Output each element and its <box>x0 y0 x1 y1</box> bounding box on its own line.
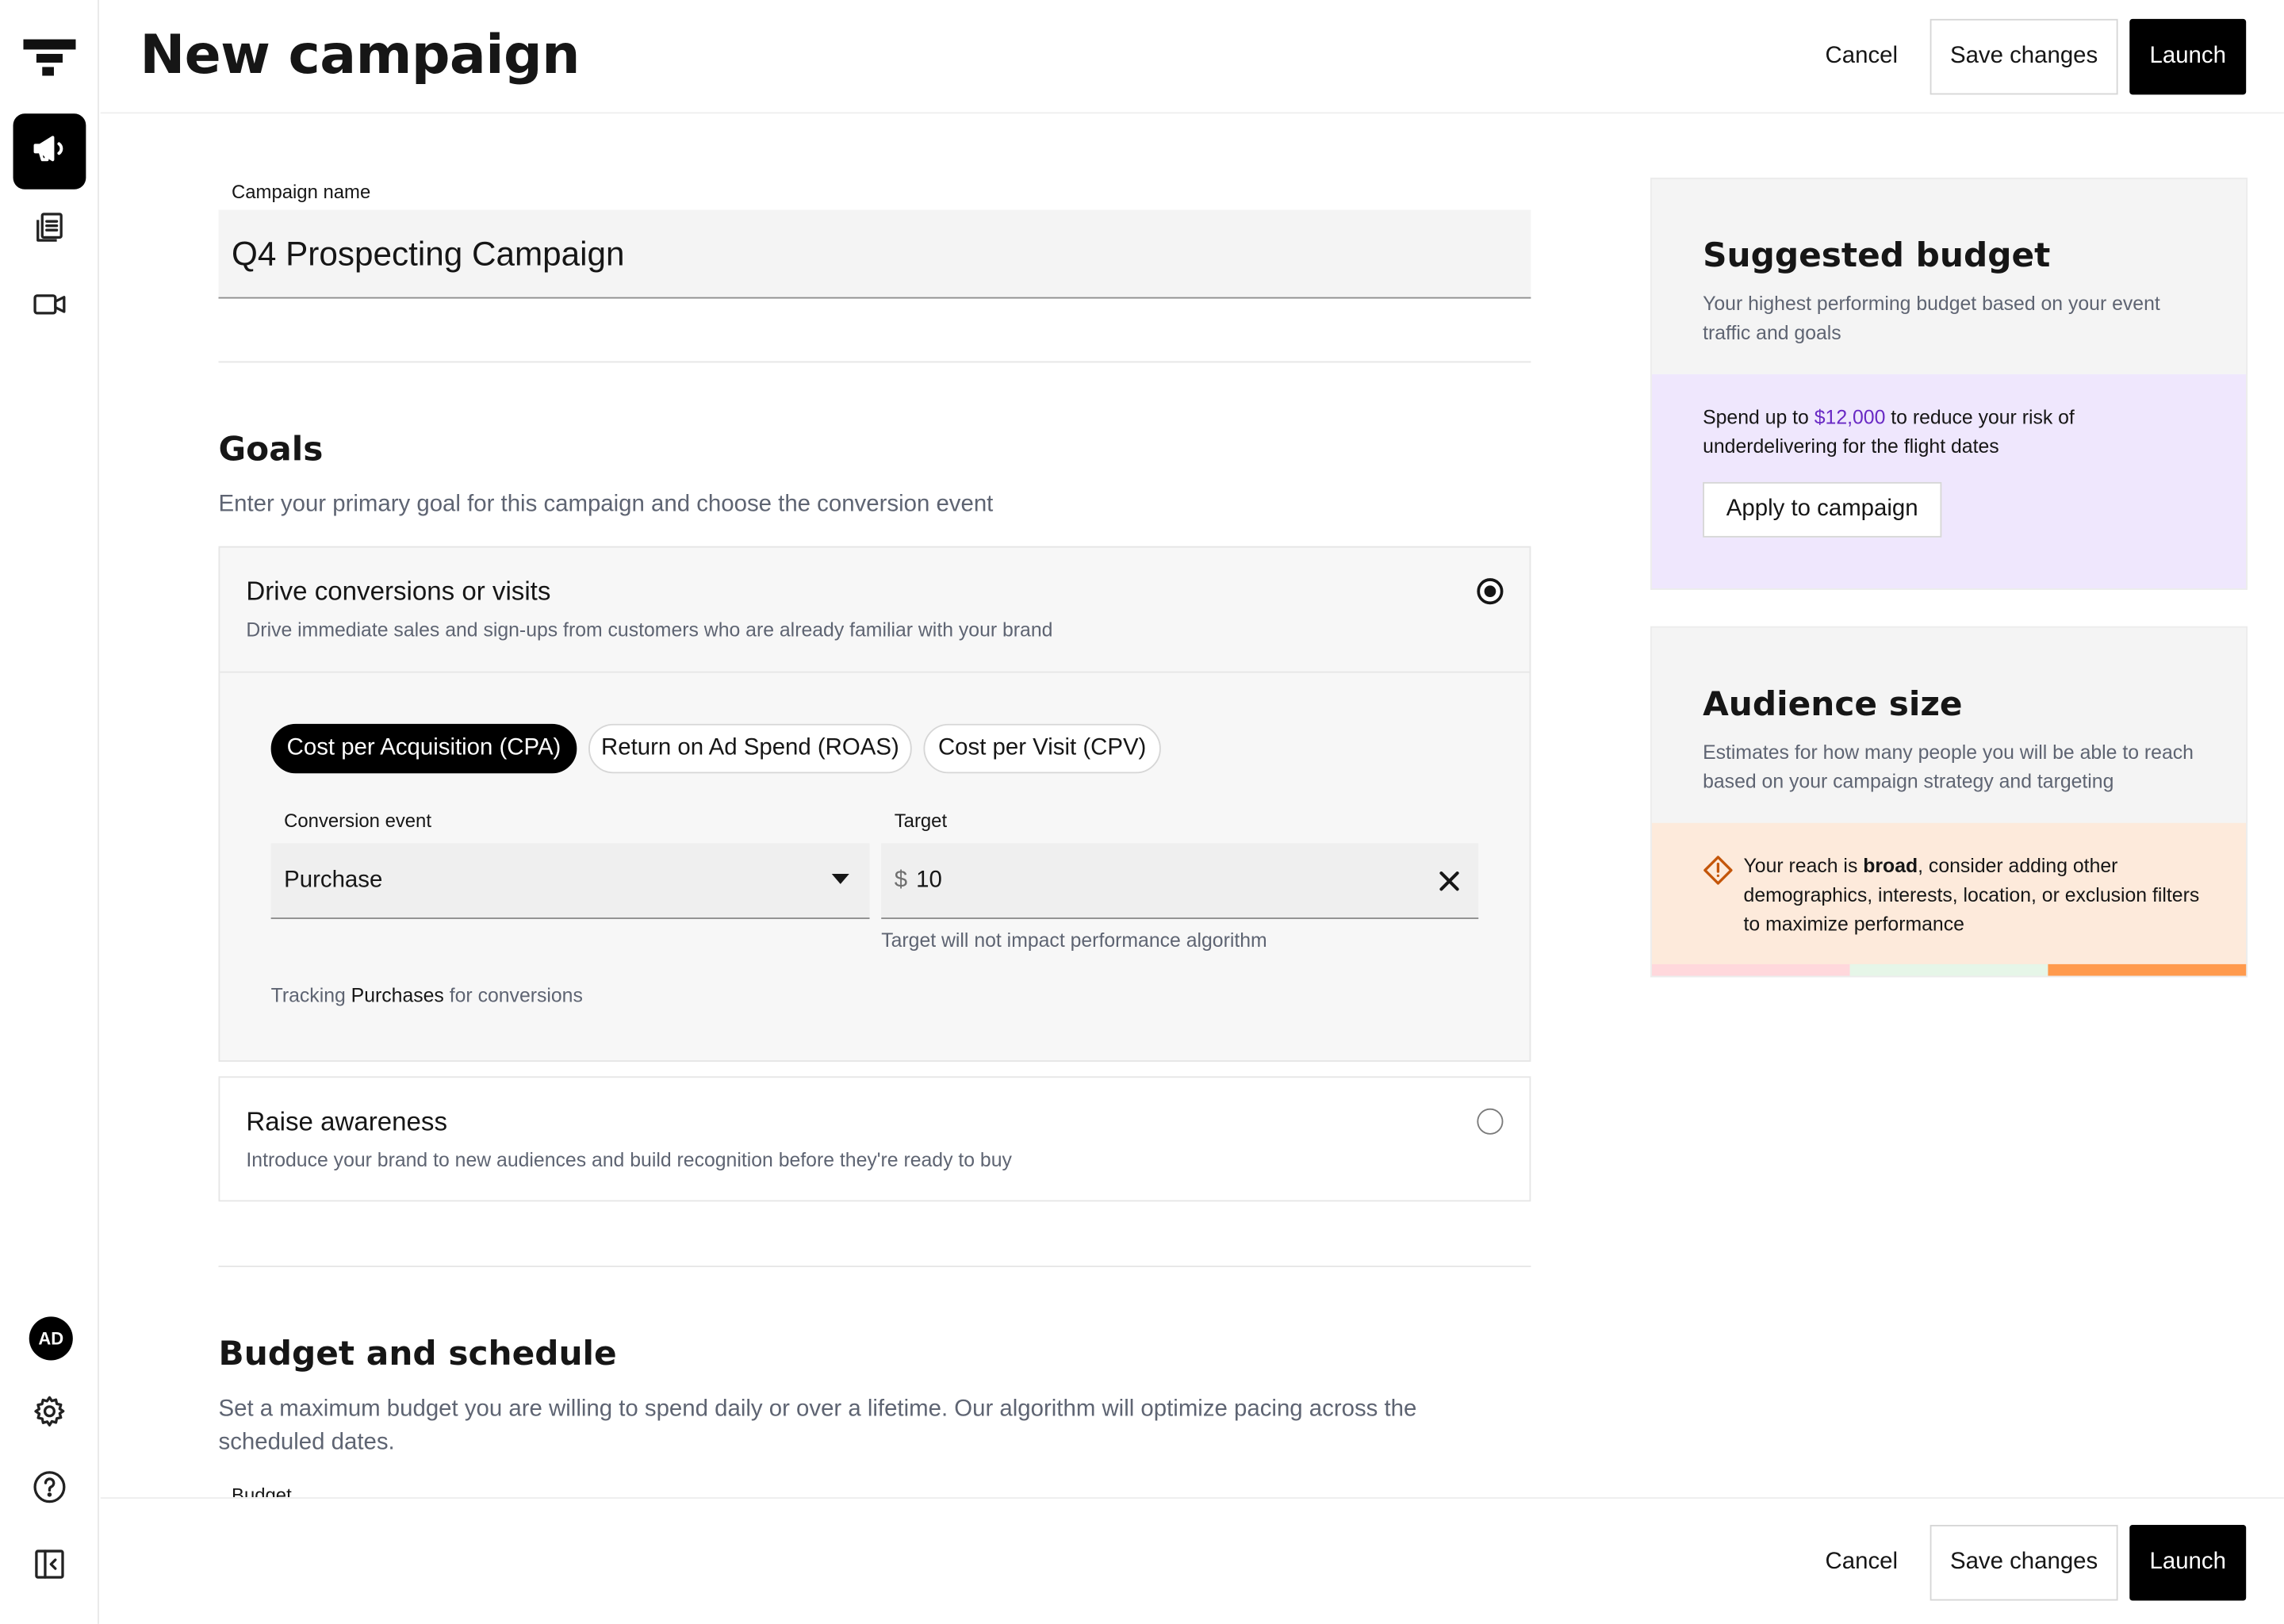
target-value: 10 <box>916 867 942 892</box>
tracking-event: Purchases <box>351 984 444 1007</box>
reach-level: broad <box>1863 855 1918 877</box>
page-title: New campaign <box>140 23 580 86</box>
target-helper-text: Target will not impact performance algor… <box>881 929 1267 952</box>
sidebar-item-settings[interactable] <box>13 1377 86 1453</box>
footer-launch-button[interactable]: Launch <box>2129 1525 2247 1601</box>
goal-radio-conversions[interactable] <box>1477 578 1504 605</box>
audience-meter-ideal <box>1849 963 2048 976</box>
main-content: Campaign name Q4 Prospecting Campaign Go… <box>101 115 2284 1497</box>
goal-radio-awareness[interactable] <box>1477 1108 1504 1135</box>
divider <box>218 361 1531 363</box>
megaphone-icon <box>31 129 69 174</box>
launch-button[interactable]: Launch <box>2129 18 2247 95</box>
gear-icon <box>32 1393 67 1435</box>
sidebar-item-video[interactable] <box>13 270 86 346</box>
sidebar-item-collapse[interactable] <box>13 1530 86 1606</box>
sidebar-item-help[interactable] <box>13 1452 86 1528</box>
video-icon <box>32 286 67 328</box>
page-footer: Cancel Save changes Launch <box>100 1497 2284 1624</box>
metric-tab-cpv[interactable]: Cost per Visit (CPV) <box>923 723 1161 774</box>
goals-title: Goals <box>218 431 324 469</box>
tracking-text: Tracking Purchases for conversions <box>270 984 583 1007</box>
audience-size-title: Audience size <box>1703 686 1963 724</box>
conversion-event-label: Conversion event <box>284 810 431 832</box>
metric-tab-roas[interactable]: Return on Ad Spend (ROAS) <box>588 723 912 774</box>
goal-option-conversions[interactable]: Drive conversions or visits Drive immedi… <box>218 546 1531 1062</box>
budget-label: Budget <box>232 1484 292 1498</box>
audience-size-panel: Audience size Estimates for how many peo… <box>1650 626 2248 978</box>
avatar[interactable]: AD <box>29 1316 73 1361</box>
sidebar: AD <box>0 0 99 1624</box>
campaign-name-input[interactable]: Q4 Prospecting Campaign <box>218 209 1531 299</box>
audience-meter-broad <box>2048 963 2247 976</box>
audience-size-description: Estimates for how many people you will b… <box>1703 741 2194 793</box>
sidebar-item-documents[interactable] <box>13 192 86 268</box>
suggested-budget-amount: $12,000 <box>1814 406 1886 428</box>
audience-warning-text: Your reach is broad, consider adding oth… <box>1743 855 2200 936</box>
conversion-event-select[interactable]: Purchase <box>270 843 870 919</box>
footer-save-changes-button[interactable]: Save changes <box>1930 1525 2118 1601</box>
app-root: AD New campaign Cancel Save changes Laun… <box>0 0 2284 1624</box>
documents-icon <box>32 209 67 251</box>
conversion-event-value: Purchase <box>284 867 383 892</box>
budget-description: Set a maximum budget you are willing to … <box>218 1396 1417 1455</box>
help-icon <box>32 1469 67 1511</box>
suggested-budget-panel: Suggested budget Your highest performing… <box>1650 178 2248 590</box>
close-icon[interactable] <box>1435 867 1464 896</box>
goals-description: Enter your primary goal for this campaig… <box>218 492 994 518</box>
divider <box>220 671 1530 673</box>
divider <box>218 1266 1531 1267</box>
metric-tab-cpa[interactable]: Cost per Acquisition (CPA) <box>270 723 577 774</box>
footer-cancel-button[interactable]: Cancel <box>1805 1525 1918 1601</box>
logo-icon <box>23 35 76 79</box>
goal-option-description: Introduce your brand to new audiences an… <box>246 1149 1012 1171</box>
suggested-budget-text: Spend up to $12,000 to reduce your risk … <box>1703 406 2075 458</box>
audience-warning-callout: Your reach is broad, consider adding oth… <box>1651 822 2247 966</box>
campaign-name-label: Campaign name <box>232 180 371 203</box>
budget-title: Budget and schedule <box>218 1335 617 1374</box>
target-input[interactable]: $ 10 <box>881 843 1479 919</box>
suggested-budget-description: Your highest performing budget based on … <box>1703 293 2160 344</box>
warning-icon <box>1703 855 1734 886</box>
save-changes-button[interactable]: Save changes <box>1930 18 2118 95</box>
goal-option-awareness[interactable]: Raise awareness Introduce your brand to … <box>218 1076 1531 1202</box>
cancel-button[interactable]: Cancel <box>1805 19 1918 95</box>
sidebar-item-campaigns[interactable] <box>13 113 86 190</box>
collapse-sidebar-icon <box>32 1546 67 1588</box>
apply-to-campaign-button[interactable]: Apply to campaign <box>1703 481 1942 538</box>
target-label: Target <box>894 810 948 832</box>
audience-meter-narrow <box>1651 963 1850 976</box>
suggested-budget-callout: Spend up to $12,000 to reduce your risk … <box>1651 374 2247 589</box>
goal-option-title: Raise awareness <box>246 1106 448 1136</box>
page-header: New campaign Cancel Save changes Launch <box>100 0 2284 114</box>
currency-symbol: $ <box>894 867 908 892</box>
chevron-down-icon <box>831 874 849 884</box>
goal-option-title: Drive conversions or visits <box>246 576 551 607</box>
goal-option-description: Drive immediate sales and sign-ups from … <box>246 619 1053 642</box>
suggested-budget-title: Suggested budget <box>1703 237 2051 276</box>
